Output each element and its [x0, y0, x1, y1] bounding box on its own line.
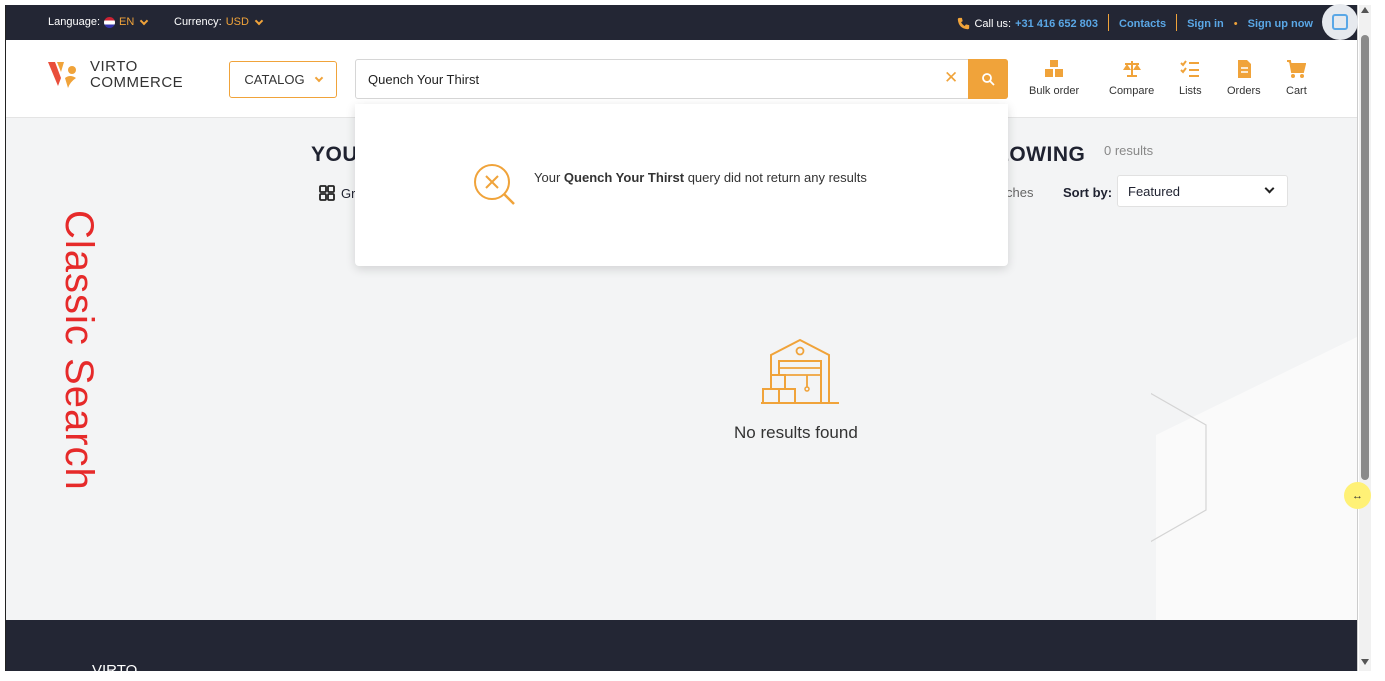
footer-logo[interactable]: VIRTO	[52, 662, 137, 671]
cart-icon	[1287, 60, 1307, 78]
message-prefix: Your	[534, 170, 561, 185]
language-value: EN	[119, 16, 135, 28]
decorative-hexagon-background	[1151, 336, 1357, 625]
search-no-results-icon	[474, 164, 515, 205]
sort-value: Featured	[1128, 184, 1181, 199]
boxes-icon	[1045, 60, 1064, 77]
top-bar-links: Call us: +31 416 652 803 Contacts Sign i…	[957, 14, 1313, 31]
scales-icon	[1122, 61, 1141, 77]
sort-select[interactable]: Featured	[1117, 175, 1288, 207]
no-results-message: No results found	[734, 423, 858, 442]
language-label: Language:	[48, 16, 100, 28]
search-button[interactable]	[968, 59, 1008, 99]
currency-value: USD	[225, 16, 249, 28]
grid-icon	[319, 185, 335, 201]
warehouse-icon	[761, 338, 839, 404]
virto-logo[interactable]: VIRTO COMMERCE	[48, 59, 183, 91]
chevron-down-icon	[140, 16, 149, 25]
nav-bulk-order[interactable]: Bulk order	[1029, 59, 1079, 97]
page-heading-start: YOU	[311, 143, 359, 166]
contacts-link[interactable]: Contacts	[1119, 18, 1166, 30]
nav-label: Compare	[1109, 85, 1155, 97]
capture-icon	[1332, 14, 1348, 30]
checklist-icon	[1180, 60, 1200, 77]
us-flag-icon	[104, 16, 115, 28]
search-results-dropdown: Your Quench Your Thirst query did not re…	[355, 104, 1008, 266]
page-heading-end: LOWING	[996, 143, 1086, 166]
searches-text: ches	[1006, 185, 1034, 200]
nav-compare[interactable]: Compare	[1109, 59, 1154, 97]
clear-search-icon[interactable]: ✕	[944, 68, 958, 88]
call-label: Call us:	[974, 17, 1012, 30]
scrollbar-thumb[interactable]	[1361, 35, 1369, 480]
sort-by-label: Sort by:	[1063, 185, 1113, 200]
query-text: Quench Your Thirst	[563, 170, 685, 185]
nav-orders[interactable]: Orders	[1227, 59, 1261, 97]
vertical-scrollbar[interactable]	[1359, 5, 1371, 671]
language-selector[interactable]: Language: EN	[48, 16, 149, 28]
resize-handle-icon[interactable]: ↔	[1344, 482, 1371, 509]
catalog-button[interactable]: CATALOG	[229, 61, 337, 98]
search-input[interactable]	[357, 61, 937, 97]
nav-label: Lists	[1179, 85, 1202, 97]
chevron-down-icon	[314, 73, 323, 83]
phone-number[interactable]: +31 416 652 803	[1015, 18, 1098, 30]
sign-in-link[interactable]: Sign in	[1187, 18, 1224, 30]
site-footer: VIRTO	[6, 620, 1357, 671]
nav-label: Orders	[1227, 85, 1261, 97]
top-bar: Language: EN Currency: USD Call us: +31 …	[6, 5, 1357, 40]
divider	[1176, 14, 1178, 31]
browser-viewport: Language: EN Currency: USD Call us: +31 …	[5, 5, 1358, 671]
screenshot-tool-button[interactable]	[1322, 4, 1358, 40]
search-icon	[982, 73, 995, 86]
scroll-up-icon[interactable]	[1361, 7, 1369, 13]
nav-label: Cart	[1286, 85, 1307, 97]
search-box: ✕	[355, 59, 1008, 99]
results-count: 0 results	[1104, 143, 1154, 158]
logo-text: VIRTO COMMERCE	[90, 59, 183, 91]
scroll-down-icon[interactable]	[1361, 659, 1369, 665]
logo-line-2: COMMERCE	[90, 74, 184, 91]
nav-cart[interactable]: Cart	[1286, 59, 1307, 97]
call-us[interactable]: Call us: +31 416 652 803	[957, 17, 1098, 30]
divider	[1108, 14, 1110, 31]
logo-line-1: VIRTO	[90, 58, 138, 75]
chevron-down-icon	[254, 16, 264, 25]
nav-lists[interactable]: Lists	[1179, 59, 1202, 97]
message-suffix: query did not return any results	[687, 170, 867, 185]
sign-up-link[interactable]: Sign up now	[1248, 18, 1313, 30]
virto-logo-icon	[48, 62, 76, 88]
nav-label: Bulk order	[1029, 85, 1080, 97]
chevron-down-icon	[1264, 183, 1275, 194]
grid-view-label: Gr	[341, 185, 356, 201]
separator-dot: •	[1233, 17, 1238, 30]
classic-search-label: Classic Search	[57, 210, 101, 491]
currency-label: Currency:	[174, 16, 222, 28]
phone-icon	[958, 17, 970, 30]
document-icon	[1237, 60, 1251, 78]
footer-logo-text: VIRTO	[92, 662, 138, 671]
grid-view-toggle[interactable]: Gr	[319, 185, 355, 201]
catalog-label: CATALOG	[244, 72, 305, 87]
currency-selector[interactable]: Currency: USD	[174, 16, 264, 28]
no-results-query-message: Your Quench Your Thirst query did not re…	[534, 170, 867, 185]
